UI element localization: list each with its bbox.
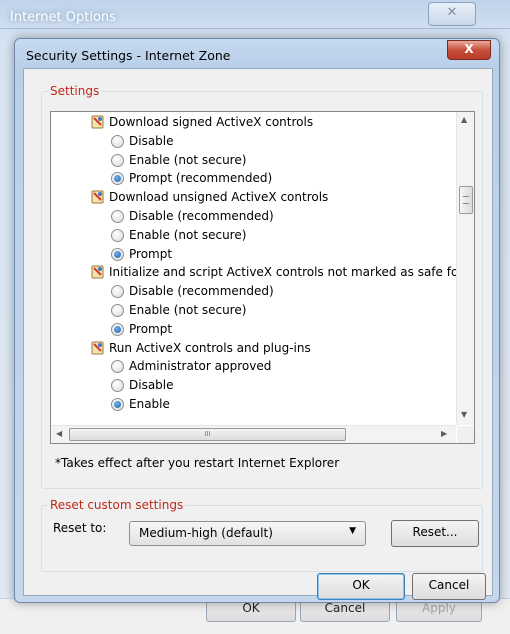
reset-legend: Reset custom settings	[48, 498, 186, 512]
setting-option-label: Prompt (recommended)	[129, 171, 273, 186]
radio-button[interactable]	[111, 153, 124, 167]
setting-option-label: Enable (not secure)	[129, 227, 247, 242]
dialog-close-button[interactable]: X	[447, 40, 491, 60]
security-settings-dialog: Security Settings - Internet Zone X Sett…	[14, 38, 500, 603]
internet-options-close-button[interactable]: ✕	[428, 2, 476, 26]
internet-options-title: Internet Options	[10, 10, 116, 25]
radio-button[interactable]	[111, 247, 124, 261]
setting-option-label: Enable	[129, 397, 170, 411]
settings-list[interactable]: Download signed ActiveX controls Disable E…	[50, 111, 475, 444]
setting-option-label: Disable (recommended)	[129, 209, 274, 223]
scroll-down-icon[interactable]: ▼	[461, 410, 467, 419]
activex-settings-icon	[91, 190, 104, 204]
activex-settings-icon	[91, 115, 104, 129]
setting-option-label: Disable	[129, 378, 174, 393]
vertical-scroll-thumb[interactable]	[459, 186, 473, 214]
settings-category-label: Download unsigned ActiveX controls	[109, 190, 329, 205]
settings-list-content: Download signed ActiveX controls Disable E…	[51, 112, 456, 425]
setting-option-label: Enable (not secure)	[129, 303, 247, 317]
radio-button[interactable]	[111, 228, 124, 242]
scroll-left-icon[interactable]: ◀	[56, 429, 62, 438]
setting-option-label: Enable (not secure)	[129, 152, 247, 167]
radio-button[interactable]	[111, 134, 124, 148]
reset-to-label: Reset to:	[53, 521, 107, 535]
settings-legend: Settings	[48, 84, 102, 98]
radio-button[interactable]	[111, 398, 124, 411]
radio-button[interactable]	[111, 285, 124, 299]
radio-button[interactable]	[111, 210, 124, 223]
chevron-down-icon: ▼	[349, 526, 356, 536]
scroll-up-icon[interactable]: ▲	[461, 115, 467, 124]
radio-button[interactable]	[111, 360, 124, 374]
dialog-title: Security Settings - Internet Zone	[26, 48, 231, 63]
setting-option-label: Disable (recommended)	[129, 284, 274, 299]
reset-button[interactable]: Reset...	[391, 520, 479, 547]
horizontal-scroll-thumb[interactable]: III	[69, 428, 346, 441]
radio-button[interactable]	[111, 172, 124, 186]
vertical-scrollbar[interactable]: ▲ ▼	[456, 112, 474, 425]
ok-button[interactable]: OK	[317, 573, 405, 600]
radio-button[interactable]	[111, 379, 124, 393]
internet-options-frame	[0, 28, 510, 29]
restart-note: *Takes effect after you restart Internet…	[55, 456, 340, 470]
settings-category-label: Run ActiveX controls and plug-ins	[109, 340, 311, 355]
setting-option-label: Prompt	[129, 321, 173, 336]
radio-button[interactable]	[111, 322, 124, 336]
scroll-right-icon[interactable]: ▶	[441, 429, 447, 438]
settings-category-label: Download signed ActiveX controls	[109, 115, 314, 129]
radio-button[interactable]	[111, 304, 124, 317]
reset-level-select[interactable]: Medium-high (default) ▼	[129, 521, 366, 546]
horizontal-scrollbar[interactable]: ◀ III ▶	[51, 425, 456, 443]
activex-settings-icon	[91, 265, 104, 279]
setting-option-label: Administrator approved	[129, 359, 272, 374]
setting-option-label: Prompt	[129, 246, 173, 261]
dialog-client-area: Settings Download signed ActiveX control…	[23, 68, 493, 600]
setting-option-label: Disable	[129, 133, 174, 148]
scroll-corner	[457, 426, 474, 443]
cancel-button[interactable]: Cancel	[412, 573, 486, 600]
reset-level-value: Medium-high (default)	[139, 526, 273, 540]
activex-settings-icon	[91, 341, 104, 355]
settings-category-label: Initialize and script ActiveX controls n…	[109, 265, 456, 280]
